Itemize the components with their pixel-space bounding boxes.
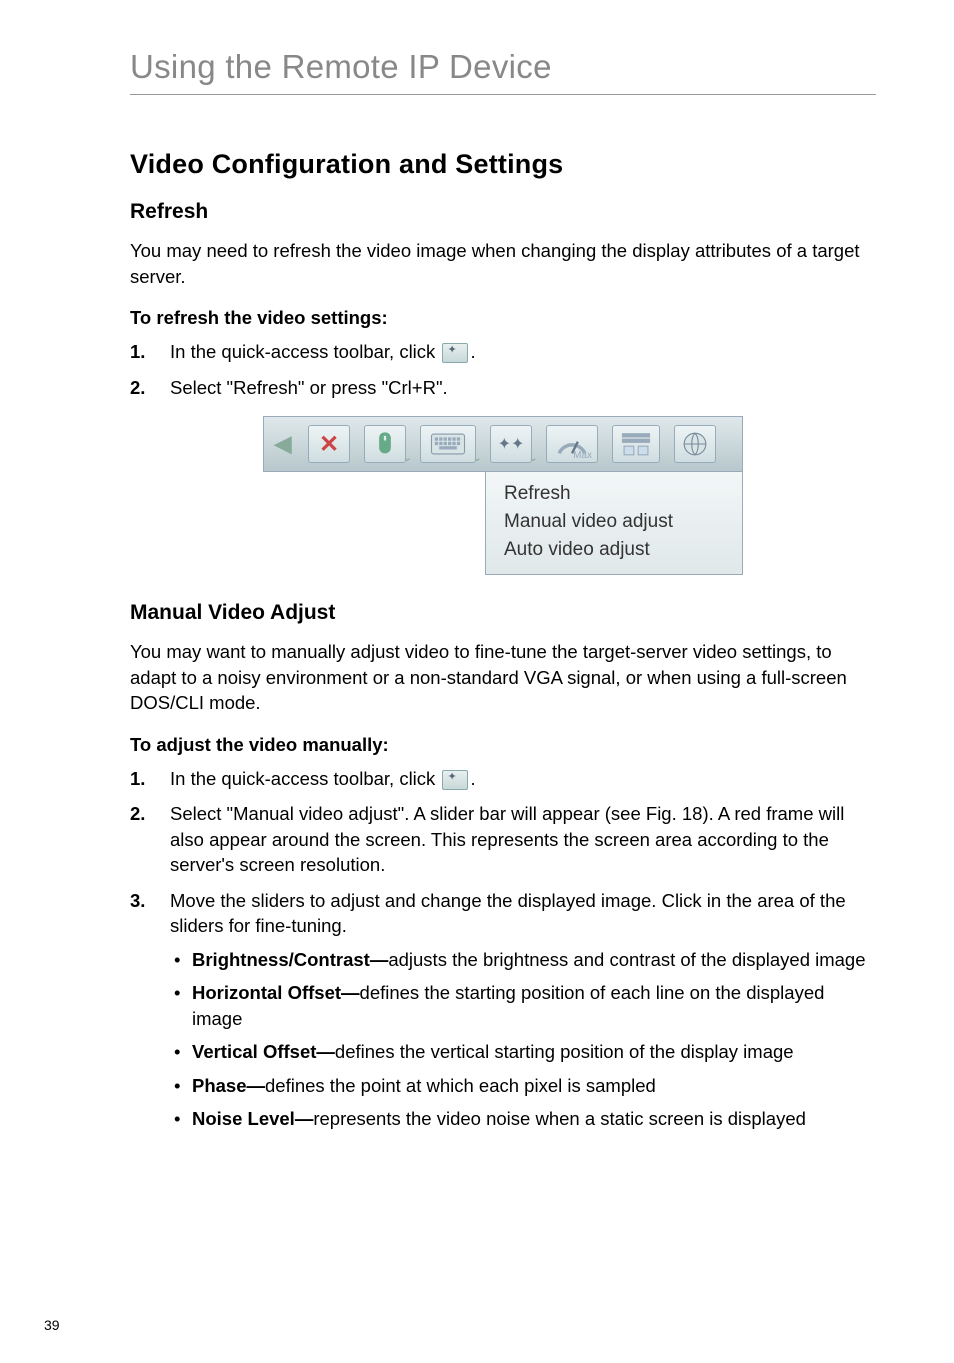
- manual-steps: 1. In the quick-access toolbar, click . …: [130, 766, 876, 1140]
- refresh-step2-text: Select "Refresh" or press "Crl+R".: [170, 375, 876, 401]
- bullet-label: Phase—: [192, 1075, 265, 1096]
- manual-step1-post: .: [470, 768, 475, 789]
- bullet-vertical: Vertical Offset—defines the vertical sta…: [170, 1039, 876, 1065]
- keyboard-button[interactable]: ⌄: [420, 425, 476, 463]
- bullet-label: Noise Level—: [192, 1108, 313, 1129]
- performance-button[interactable]: Max: [546, 425, 598, 463]
- step-number: 1.: [130, 339, 170, 365]
- toolbar-row: ◀ ✕ ⌄ ⌄ ✦✦ ⌄ Max: [263, 416, 743, 472]
- menu-item-manual-adjust[interactable]: Manual video adjust: [504, 508, 742, 536]
- manual-step-3: 3. Move the sliders to adjust and change…: [130, 888, 876, 1140]
- refresh-steps: 1. In the quick-access toolbar, click . …: [130, 339, 876, 400]
- manual-bullets: Brightness/Contrast—adjusts the brightne…: [170, 947, 876, 1132]
- chevron-down-icon: ⌄: [403, 451, 412, 464]
- globe-button[interactable]: [674, 425, 716, 463]
- manual-step-2: 2. Select "Manual video adjust". A slide…: [130, 801, 876, 878]
- bullet-text: adjusts the brightness and contrast of t…: [388, 949, 865, 970]
- keyboard-icon: [429, 433, 467, 455]
- video-adjust-button[interactable]: ✦✦ ⌄: [490, 425, 532, 463]
- screens-icon: [619, 431, 653, 457]
- screens-button[interactable]: [612, 425, 660, 463]
- refresh-heading: Refresh: [130, 200, 876, 224]
- close-button[interactable]: ✕: [308, 425, 350, 463]
- manual-howto-heading: To adjust the video manually:: [130, 734, 876, 756]
- manual-step3-intro: Move the sliders to adjust and change th…: [170, 890, 846, 937]
- refresh-step-2: 2. Select "Refresh" or press "Crl+R".: [130, 375, 876, 401]
- bullet-noise: Noise Level—represents the video noise w…: [170, 1106, 876, 1132]
- refresh-intro: You may need to refresh the video image …: [130, 238, 876, 289]
- bullet-label: Vertical Offset—: [192, 1041, 335, 1062]
- globe-icon: [682, 431, 708, 457]
- bullet-text: defines the vertical starting position o…: [335, 1041, 794, 1062]
- max-label: Max: [573, 450, 592, 461]
- toolbar-figure: ◀ ✕ ⌄ ⌄ ✦✦ ⌄ Max Refresh Manual video ad…: [263, 416, 743, 575]
- bullet-text: represents the video noise when a static…: [313, 1108, 806, 1129]
- close-icon: ✕: [319, 430, 339, 459]
- chevron-down-icon: ⌄: [473, 451, 482, 464]
- manual-step-1: 1. In the quick-access toolbar, click .: [130, 766, 876, 792]
- refresh-step1-post: .: [470, 341, 475, 362]
- video-adjust-icon: [442, 770, 468, 790]
- mouse-icon: [371, 430, 399, 458]
- section-title: Video Configuration and Settings: [130, 149, 876, 180]
- step-number: 2.: [130, 375, 170, 401]
- video-dropdown-menu: Refresh Manual video adjust Auto video a…: [485, 472, 743, 575]
- page-title: Using the Remote IP Device: [130, 48, 876, 95]
- step-number: 3.: [130, 888, 170, 914]
- step-number: 2.: [130, 801, 170, 827]
- chevron-down-icon: ⌄: [529, 451, 538, 464]
- page-number: 39: [44, 1317, 60, 1333]
- menu-item-auto-adjust[interactable]: Auto video adjust: [504, 536, 742, 564]
- refresh-howto-heading: To refresh the video settings:: [130, 307, 876, 329]
- refresh-step-1: 1. In the quick-access toolbar, click .: [130, 339, 876, 365]
- manual-intro: You may want to manually adjust video to…: [130, 639, 876, 716]
- bullet-text: defines the point at which each pixel is…: [265, 1075, 656, 1096]
- collapse-button[interactable]: ◀: [272, 425, 294, 463]
- bullet-phase: Phase—defines the point at which each pi…: [170, 1073, 876, 1099]
- manual-heading: Manual Video Adjust: [130, 601, 876, 625]
- mouse-button[interactable]: ⌄: [364, 425, 406, 463]
- bullet-label: Horizontal Offset—: [192, 982, 360, 1003]
- refresh-step1-pre: In the quick-access toolbar, click: [170, 341, 440, 362]
- bullet-label: Brightness/Contrast—: [192, 949, 388, 970]
- manual-step1-pre: In the quick-access toolbar, click: [170, 768, 440, 789]
- bullet-brightness: Brightness/Contrast—adjusts the brightne…: [170, 947, 876, 973]
- menu-item-refresh[interactable]: Refresh: [504, 480, 742, 508]
- step-number: 1.: [130, 766, 170, 792]
- video-adjust-icon: ✦✦: [498, 434, 525, 454]
- video-adjust-icon: [442, 343, 468, 363]
- manual-step2-text: Select "Manual video adjust". A slider b…: [170, 801, 876, 878]
- bullet-horizontal: Horizontal Offset—defines the starting p…: [170, 980, 876, 1031]
